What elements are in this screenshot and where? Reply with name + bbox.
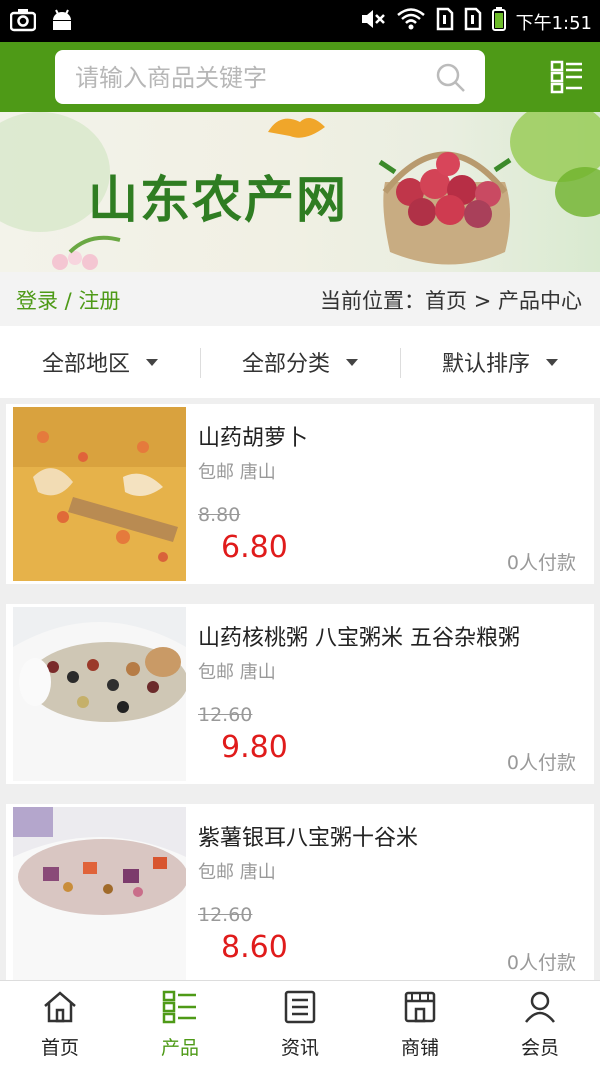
current-price: 9.80 (221, 730, 288, 765)
filter-category[interactable]: 全部分类 (200, 326, 400, 398)
payment-count: 0人付款 (506, 952, 576, 974)
chevron-down-icon (546, 358, 558, 366)
banner-title: 山东农产网 (88, 170, 348, 229)
tab-home-label: 首页 (40, 1036, 79, 1059)
original-price: 12.60 (198, 704, 253, 726)
product-image[interactable] (13, 607, 186, 781)
sim2-icon (464, 7, 482, 36)
product-meta: 包邮 唐山 (198, 862, 276, 883)
status-bar: 下午1:51 (0, 0, 600, 42)
tab-news-label: 资讯 (280, 1036, 319, 1059)
product-image[interactable] (13, 807, 186, 981)
wifi-icon (396, 7, 426, 36)
filter-region-label: 全部地区 (41, 352, 130, 377)
shop-icon (402, 990, 438, 1029)
header (0, 42, 600, 112)
current-location[interactable]: 当前位置：首页 > 产品中心 (320, 285, 582, 315)
search-bar[interactable] (55, 50, 485, 104)
chevron-down-icon (346, 358, 358, 366)
filter-region[interactable]: 全部地区 (0, 326, 200, 398)
filter-sort[interactable]: 默认排序 (400, 326, 600, 398)
battery-icon (491, 7, 506, 36)
sim1-icon (436, 7, 454, 36)
tab-shop-label: 商铺 (400, 1036, 439, 1059)
tab-products-label: 产品 (160, 1036, 199, 1059)
product-meta: 包邮 唐山 (198, 462, 276, 483)
tab-home[interactable]: 首页 (0, 981, 120, 1068)
bottom-tab-bar: 首页 产品 资讯 商铺 会员 (0, 980, 600, 1068)
payment-count: 0人付款 (506, 552, 576, 574)
filter-category-label: 全部分类 (241, 352, 330, 377)
search-icon[interactable] (435, 62, 467, 98)
tab-products[interactable]: 产品 (120, 981, 240, 1068)
product-image[interactable] (13, 407, 186, 581)
fruit-basket (378, 151, 512, 265)
screenshot-icon (9, 8, 37, 36)
tab-member-label: 会员 (520, 1036, 559, 1059)
product-card[interactable]: 山药核桃粥 八宝粥米 五谷杂粮粥 包邮 唐山 12.60 9.80 0人付款 (6, 604, 594, 784)
android-icon (50, 8, 74, 36)
category-menu-icon[interactable] (550, 60, 584, 94)
payment-count: 0人付款 (506, 752, 576, 774)
clock: 下午1:51 (515, 12, 592, 34)
products-icon (162, 990, 198, 1029)
mute-icon (360, 7, 386, 36)
home-icon (42, 990, 78, 1029)
product-card[interactable]: 山药胡萝卜 包邮 唐山 8.80 6.80 0人付款 (6, 404, 594, 584)
product-name[interactable]: 山药核桃粥 八宝粥米 五谷杂粮粥 (198, 620, 520, 652)
tab-shop[interactable]: 商铺 (360, 981, 480, 1068)
breadcrumb: 登录 / 注册 当前位置：首页 > 产品中心 (0, 272, 600, 326)
banner[interactable]: 山东农产网 (0, 112, 600, 272)
original-price: 8.80 (198, 504, 241, 526)
news-icon (283, 990, 317, 1029)
chevron-down-icon (146, 358, 158, 366)
tab-news[interactable]: 资讯 (240, 981, 360, 1068)
filter-bar: 全部地区 全部分类 默认排序 (0, 326, 600, 398)
member-icon (523, 990, 557, 1029)
current-price: 8.60 (221, 930, 288, 965)
product-name[interactable]: 山药胡萝卜 (198, 420, 308, 452)
original-price: 12.60 (198, 904, 253, 926)
login-register-link[interactable]: 登录 / 注册 (16, 285, 120, 315)
search-input[interactable] (73, 60, 427, 96)
tab-member[interactable]: 会员 (480, 981, 600, 1068)
product-meta: 包邮 唐山 (198, 662, 276, 683)
product-card[interactable]: 紫薯银耳八宝粥十谷米 包邮 唐山 12.60 8.60 0人付款 (6, 804, 594, 984)
product-name[interactable]: 紫薯银耳八宝粥十谷米 (198, 820, 418, 852)
filter-sort-label: 默认排序 (441, 352, 530, 377)
current-price: 6.80 (221, 530, 288, 565)
